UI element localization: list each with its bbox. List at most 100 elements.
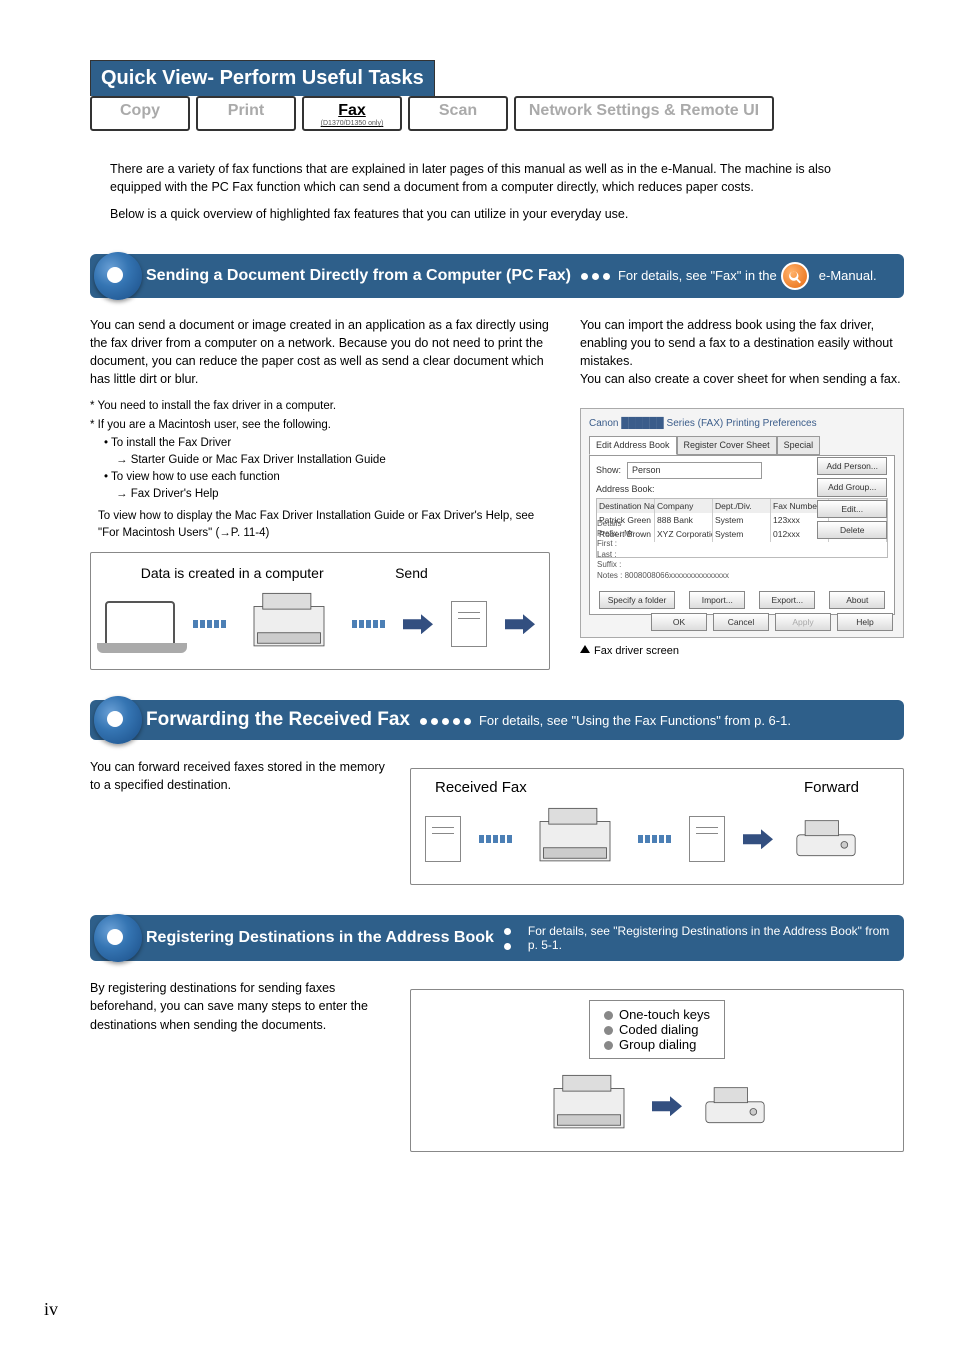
ss-tab-special[interactable]: Special [777,436,821,455]
bullet-icon [604,1026,613,1035]
section3-tail: For details, see "Registering Destinatio… [528,924,890,952]
section1-right-text2: You can also create a cover sheet for wh… [580,370,904,388]
page-number: iv [44,1299,58,1320]
section-bullet-icon [94,252,142,300]
arrow-icon [743,829,773,849]
note2: * If you are a Macintosh user, see the f… [90,417,550,434]
note4: → Starter Guide or Mac Fax Driver Instal… [116,452,550,469]
export-button[interactable]: Export... [759,591,815,609]
ss-show-label: Show: [596,464,621,477]
section3-header: Registering Destinations in the Address … [90,915,904,961]
data-dots-icon [352,620,385,628]
note5: • To view how to use each function [104,469,550,486]
mfp-icon [544,1071,634,1141]
section-bullet-icon [94,914,142,962]
diag-label-send: Send [395,563,428,583]
arrow-icon [652,1096,682,1116]
data-dots-icon [193,620,226,628]
triangle-icon [580,645,590,653]
document-icon [425,816,461,862]
section1-header: Sending a Document Directly from a Compu… [90,254,904,298]
section1-tail-b: e-Manual. [819,268,877,283]
section2-text: You can forward received faxes stored in… [90,758,390,794]
cancel-button[interactable]: Cancel [713,613,769,631]
th-company: Company [655,499,713,513]
arrow-icon [403,614,433,634]
specify-folder-button[interactable]: Specify a folder [599,591,676,609]
label-received: Received Fax [435,779,527,796]
ok-button[interactable]: OK [651,613,707,631]
section1-title: Sending a Document Directly from a Compu… [146,267,571,285]
intro-text: There are a variety of fax functions tha… [110,161,884,224]
leader-dots [579,268,612,283]
bullet-icon [604,1011,613,1020]
note6: → Fax Driver's Help [116,486,550,503]
note3: • To install the Fax Driver [104,435,550,452]
onetouch-label: One-touch keys [619,1007,710,1022]
tab-print[interactable]: Print [196,96,296,131]
tab-scan[interactable]: Scan [408,96,508,131]
tab-fax[interactable]: Fax (D1370/D1350 only) [302,96,402,131]
delete-button[interactable]: Delete [817,521,887,539]
fax-driver-screenshot: Canon ██████ Series (FAX) Printing Prefe… [580,408,904,638]
section1-notes: * You need to install the fax driver in … [90,398,550,542]
arrow-icon [505,614,535,634]
ss-tab-addressbook[interactable]: Edit Address Book [589,436,677,455]
section3-title: Registering Destinations in the Address … [146,929,494,947]
help-button[interactable]: Help [837,613,893,631]
fax-machine-icon [700,1081,770,1131]
mfp-icon [530,804,620,874]
emanual-icon [781,262,809,290]
add-person-button[interactable]: Add Person... [817,457,887,475]
label-forward: Forward [804,779,859,796]
data-dots-icon [479,835,512,843]
coded-label: Coded dialing [619,1022,699,1037]
section3-text: By registering destinations for sending … [90,979,390,1033]
tab-copy[interactable]: Copy [90,96,190,131]
tab-network[interactable]: Network Settings & Remote UI [514,96,774,131]
leader-dots [418,713,473,728]
document-icon [689,816,725,862]
data-dots-icon [638,835,671,843]
section1-left-text: You can send a document or image created… [90,316,550,389]
diag-label-created: Data is created in a computer [141,563,324,583]
section2-tail: For details, see "Using the Fax Function… [479,713,791,728]
th-name: Destination Name [597,499,655,513]
page-title-bar: Quick View- Perform Useful Tasks [90,60,435,96]
ss-tab-coversheet[interactable]: Register Cover Sheet [677,436,777,455]
details-label: Details [597,519,729,529]
import-button[interactable]: Import... [689,591,745,609]
apply-button[interactable]: Apply [775,613,831,631]
fax-machine-icon [791,814,861,864]
section2-title: Forwarding the Received Fax [146,709,410,731]
forward-diagram: Received Fax Forward [410,768,904,885]
ss-show-select[interactable]: Person [627,462,762,479]
document-icon [451,601,487,647]
screenshot-caption: Fax driver screen [580,644,904,660]
about-button[interactable]: About [829,591,885,609]
pcfax-diagram: Data is created in a computer Send [90,552,550,670]
mfp-icon [244,589,334,659]
detail-line: Prefix : Mr [597,529,729,539]
th-dept: Dept./Div. [713,499,771,513]
tab-fax-label: Fax [338,102,366,119]
caption-text: Fax driver screen [594,645,679,657]
edit-button[interactable]: Edit... [817,500,887,518]
bullet-icon [604,1041,613,1050]
note7: To view how to display the Mac Fax Drive… [98,508,550,543]
section1-tail-a: For details, see "Fax" in the [618,268,777,283]
detail-line: Notes : 8008008066xxxxxxxxxxxxxxx [597,571,729,581]
detail-line: Suffix : [597,560,729,570]
add-group-button[interactable]: Add Group... [817,478,887,496]
dial-methods-box: One-touch keys Coded dialing Group diali… [589,1000,725,1059]
section1-right-text1: You can import the address book using th… [580,316,904,370]
register-diagram: One-touch keys Coded dialing Group diali… [410,989,904,1152]
ss-details: Details Prefix : Mr First : Last : Suffi… [597,519,729,581]
tab-fax-sublabel: (D1370/D1350 only) [312,120,392,127]
tab-row: Copy Print Fax (D1370/D1350 only) Scan N… [90,96,904,131]
leader-dots [502,923,522,953]
detail-line: Last : [597,550,729,560]
section-bullet-icon [94,696,142,744]
note1: * You need to install the fax driver in … [90,398,550,415]
intro-p1: There are a variety of fax functions tha… [110,161,884,196]
